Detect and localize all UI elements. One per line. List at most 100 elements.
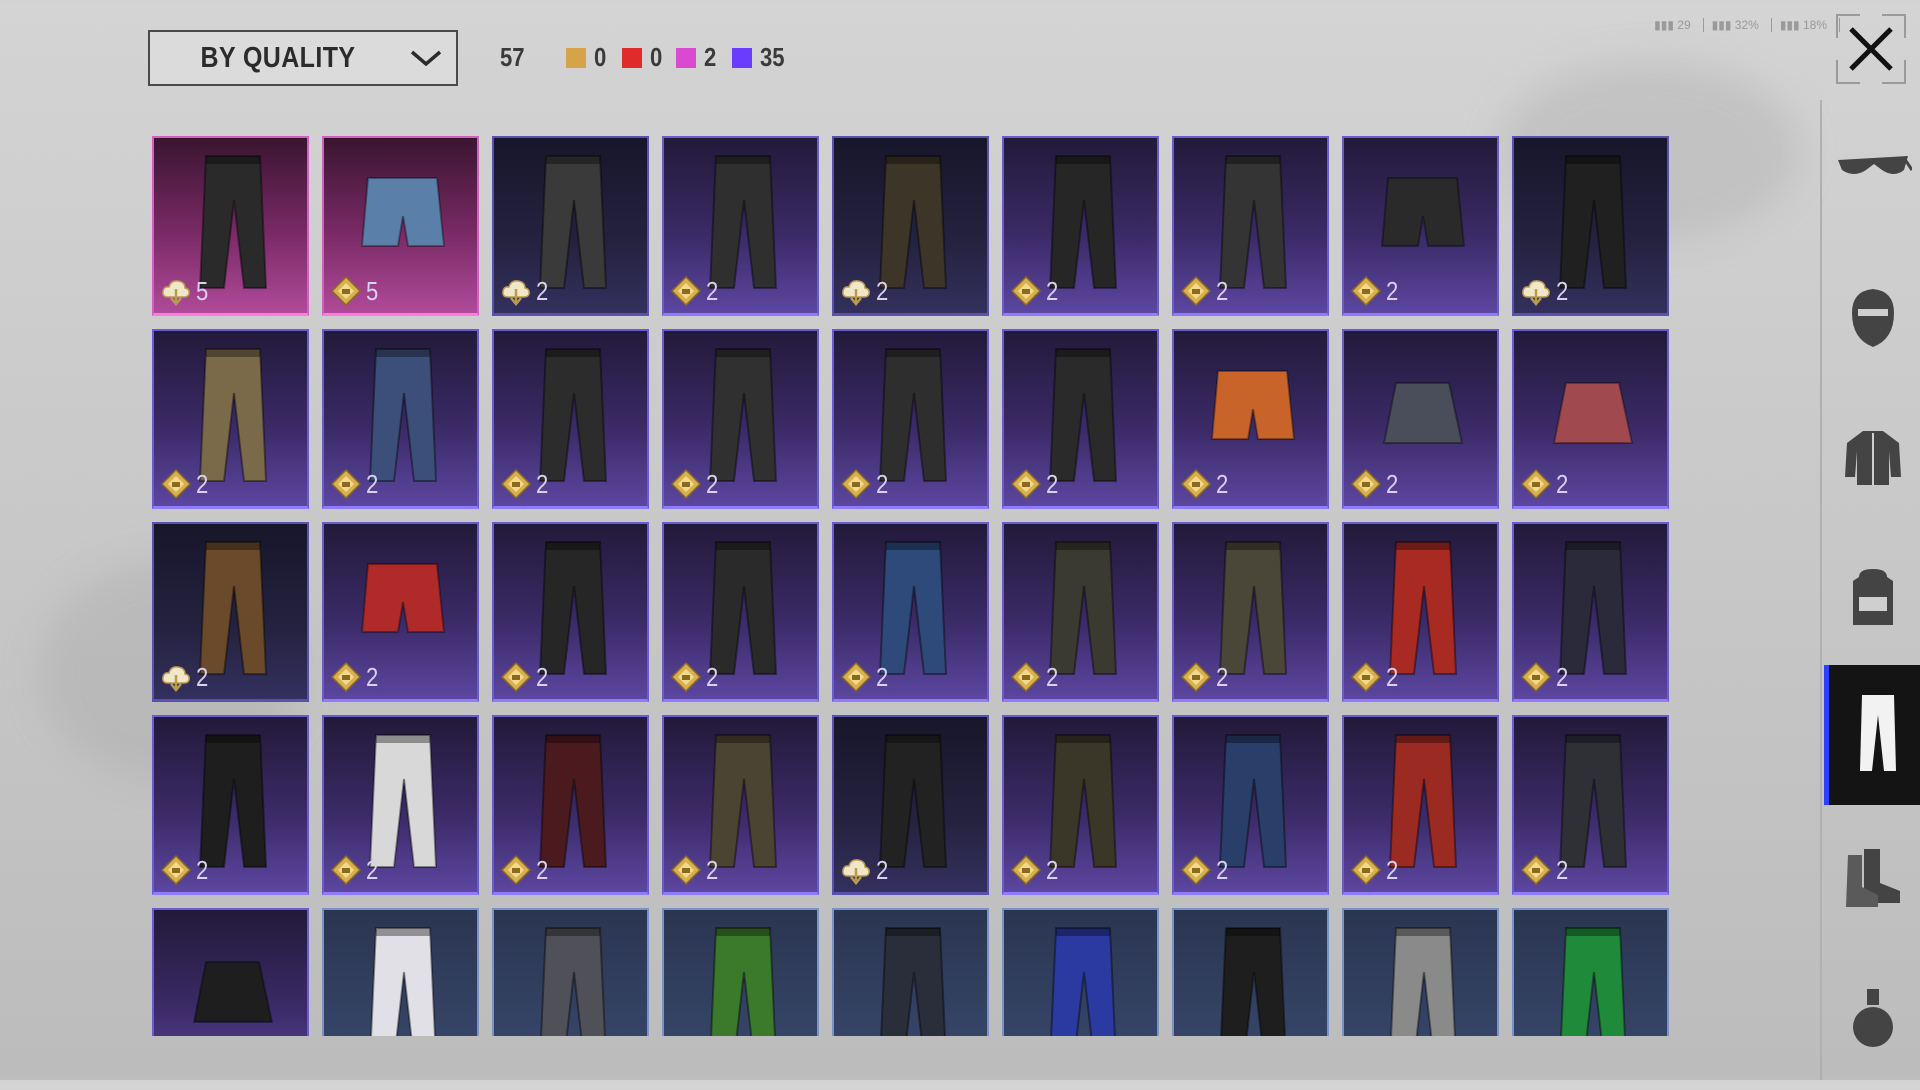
item-count: 2 — [366, 854, 379, 885]
item-image — [370, 927, 436, 1036]
diamond-icon — [160, 854, 192, 886]
item-card[interactable]: 2 — [662, 522, 819, 702]
item-card[interactable]: 2 — [1172, 329, 1329, 509]
item-card[interactable] — [1512, 908, 1669, 1036]
item-card[interactable]: 2 — [1002, 715, 1159, 895]
item-card[interactable] — [322, 908, 479, 1036]
item-card[interactable]: 2 — [1342, 522, 1499, 702]
close-button[interactable] — [1836, 14, 1906, 84]
item-card[interactable]: 2 — [1002, 136, 1159, 316]
item-badge: 2 — [1180, 854, 1230, 886]
pants-icon — [1858, 693, 1898, 778]
diamond-icon — [330, 275, 362, 307]
item-card[interactable]: 5 — [322, 136, 479, 316]
item-card[interactable]: 2 — [1512, 522, 1669, 702]
item-card[interactable]: 2 — [492, 136, 649, 316]
item-count: 2 — [536, 468, 549, 499]
item-card[interactable] — [832, 908, 989, 1036]
item-card[interactable]: 2 — [492, 715, 649, 895]
item-card[interactable]: 2 — [1342, 329, 1499, 509]
item-card[interactable]: 2 — [832, 715, 989, 895]
diamond-icon — [330, 468, 362, 500]
item-card[interactable] — [1342, 908, 1499, 1036]
item-card[interactable]: 2 — [322, 522, 479, 702]
item-badge: 2 — [1350, 661, 1400, 693]
item-badge: 2 — [1520, 661, 1570, 693]
item-card[interactable]: 2 — [492, 329, 649, 509]
item-card[interactable]: 2 — [152, 715, 309, 895]
item-card[interactable]: 5 — [152, 136, 309, 316]
item-card[interactable]: 2 — [152, 522, 309, 702]
item-card[interactable]: 2 — [152, 329, 309, 509]
item-count: 2 — [536, 661, 549, 692]
item-badge: 2 — [160, 661, 210, 693]
item-count: 2 — [1386, 275, 1399, 306]
item-card[interactable]: 2 — [1172, 522, 1329, 702]
item-count: 2 — [196, 854, 209, 885]
gloves-icon — [1851, 987, 1895, 1054]
tab-jacket[interactable] — [1824, 390, 1920, 530]
item-badge: 2 — [500, 468, 550, 500]
tab-pants[interactable] — [1824, 665, 1920, 805]
item-card[interactable]: 2 — [662, 329, 819, 509]
item-card[interactable]: 2 — [832, 329, 989, 509]
item-card[interactable]: 2 — [322, 715, 479, 895]
diamond-icon — [1520, 661, 1552, 693]
item-image — [1390, 927, 1456, 1036]
item-card[interactable] — [662, 908, 819, 1036]
item-card[interactable]: 2 — [832, 522, 989, 702]
item-card[interactable]: 2 — [1512, 329, 1669, 509]
inventory-grid-viewport[interactable]: 5 5 2 2 2 2 2 2 2 2 2 2 2 2 2 2 2 2 2 2 … — [0, 0, 1700, 1036]
cloud-icon — [502, 280, 530, 306]
item-image — [1560, 927, 1626, 1036]
item-card[interactable]: 2 — [1002, 522, 1159, 702]
item-card[interactable]: 2 — [832, 136, 989, 316]
diamond-icon — [500, 854, 532, 886]
cloud-icon — [162, 280, 190, 306]
tab-glasses[interactable] — [1824, 100, 1920, 240]
diamond-icon — [1010, 854, 1042, 886]
item-count: 2 — [1556, 275, 1569, 306]
item-card[interactable]: 2 — [1512, 136, 1669, 316]
item-badge: 2 — [1350, 854, 1400, 886]
item-count: 2 — [1386, 854, 1399, 885]
item-badge: 2 — [1520, 854, 1570, 886]
tab-gloves[interactable] — [1824, 950, 1920, 1090]
diamond-icon — [670, 468, 702, 500]
item-card[interactable] — [152, 908, 309, 1036]
diamond-icon — [1350, 661, 1382, 693]
diamond-icon — [1180, 275, 1212, 307]
item-count: 2 — [366, 468, 379, 499]
diamond-icon — [330, 854, 362, 886]
item-image — [1050, 927, 1116, 1036]
item-card[interactable]: 2 — [492, 522, 649, 702]
item-badge: 5 — [160, 275, 210, 307]
item-card[interactable]: 2 — [1342, 136, 1499, 316]
item-card[interactable]: 2 — [662, 715, 819, 895]
item-card[interactable]: 2 — [662, 136, 819, 316]
item-card[interactable] — [492, 908, 649, 1036]
item-card[interactable]: 2 — [1172, 136, 1329, 316]
tab-mask[interactable] — [1824, 250, 1920, 390]
tab-backpack[interactable] — [1824, 530, 1920, 670]
diamond-icon — [1180, 468, 1212, 500]
item-count: 2 — [1046, 661, 1059, 692]
cloud-icon — [1522, 280, 1550, 306]
glasses-icon — [1834, 148, 1914, 193]
item-count: 2 — [1046, 468, 1059, 499]
mask-icon — [1848, 287, 1898, 354]
diamond-icon — [1520, 854, 1552, 886]
item-badge: 2 — [840, 275, 890, 307]
item-count: 2 — [1216, 854, 1229, 885]
item-card[interactable] — [1002, 908, 1159, 1036]
tab-boots[interactable] — [1824, 810, 1920, 950]
item-card[interactable] — [1172, 908, 1329, 1036]
diamond-icon — [1180, 661, 1212, 693]
item-card[interactable]: 2 — [322, 329, 479, 509]
item-badge: 2 — [500, 661, 550, 693]
item-count: 2 — [196, 661, 209, 692]
item-card[interactable]: 2 — [1512, 715, 1669, 895]
item-card[interactable]: 2 — [1002, 329, 1159, 509]
item-card[interactable]: 2 — [1172, 715, 1329, 895]
item-card[interactable]: 2 — [1342, 715, 1499, 895]
